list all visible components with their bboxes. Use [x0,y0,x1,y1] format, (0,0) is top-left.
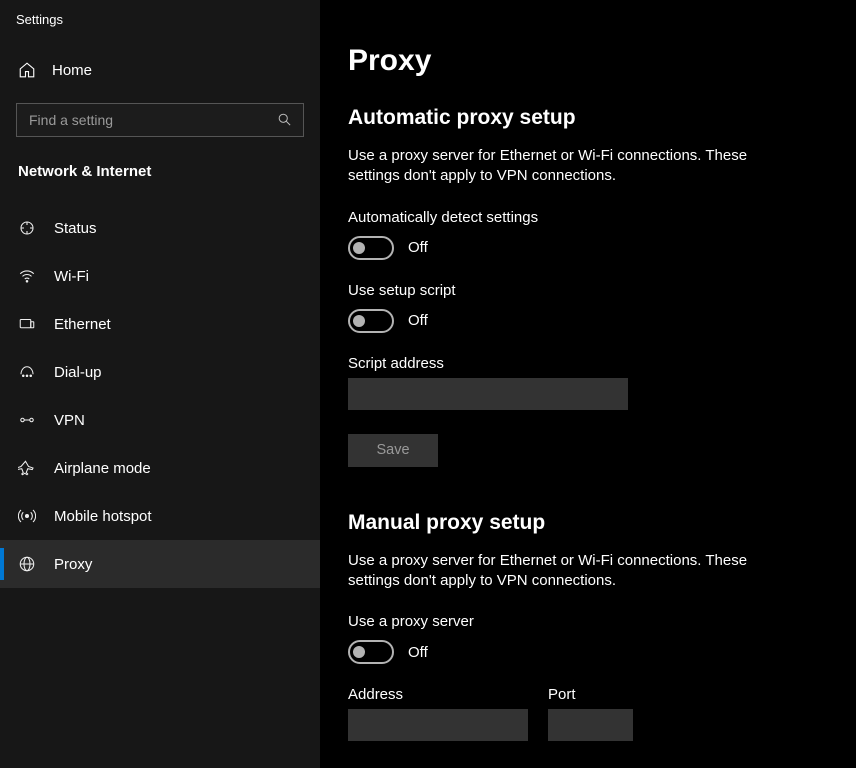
sidebar-item-label: Proxy [54,556,92,573]
auto-detect-label: Automatically detect settings [348,209,856,226]
sidebar-item-ethernet[interactable]: Ethernet [0,300,320,348]
sidebar-item-proxy[interactable]: Proxy [0,540,320,588]
auto-detect-toggle[interactable] [348,236,394,260]
app-title: Settings [0,0,320,51]
home-label: Home [52,62,92,79]
proxy-port-input[interactable] [548,709,633,741]
use-proxy-state: Off [408,644,428,661]
sidebar-item-label: Ethernet [54,316,111,333]
search-input[interactable] [29,112,277,128]
section-title-manual: Manual proxy setup [348,511,856,535]
vpn-icon [18,411,36,429]
sidebar-item-wifi[interactable]: Wi-Fi [0,252,320,300]
sidebar-item-airplane-mode[interactable]: Airplane mode [0,444,320,492]
use-proxy-label: Use a proxy server [348,613,856,630]
settings-sidebar: Settings Home Network & Internet Status [0,0,320,768]
proxy-port-label: Port [548,686,633,703]
ethernet-icon [18,315,36,333]
sidebar-item-label: Dial-up [54,364,102,381]
wifi-icon [18,267,36,285]
sidebar-item-mobile-hotspot[interactable]: Mobile hotspot [0,492,320,540]
settings-category: Network & Internet [18,163,320,180]
sidebar-item-dialup[interactable]: Dial-up [0,348,320,396]
script-address-input[interactable] [348,378,628,410]
proxy-address-label: Address [348,686,528,703]
setup-script-label: Use setup script [348,282,856,299]
sidebar-item-status[interactable]: Status [0,204,320,252]
home-nav[interactable]: Home [0,51,320,89]
sidebar-item-label: VPN [54,412,85,429]
sidebar-item-label: Mobile hotspot [54,508,152,525]
save-button[interactable]: Save [348,434,438,467]
script-address-label: Script address [348,355,856,372]
page-title: Proxy [348,44,856,78]
sidebar-nav-list: Status Wi-Fi Ethernet [0,204,320,588]
airplane-icon [18,459,36,477]
use-proxy-toggle[interactable] [348,640,394,664]
dialup-icon [18,363,36,381]
section-description-manual: Use a proxy server for Ethernet or Wi-Fi… [348,551,778,592]
auto-detect-state: Off [408,239,428,256]
proxy-address-input[interactable] [348,709,528,741]
section-title-automatic: Automatic proxy setup [348,106,856,130]
hotspot-icon [18,507,36,525]
sidebar-item-vpn[interactable]: VPN [0,396,320,444]
setup-script-toggle[interactable] [348,309,394,333]
section-description-automatic: Use a proxy server for Ethernet or Wi-Fi… [348,146,778,187]
sidebar-item-label: Airplane mode [54,460,151,477]
search-icon [277,112,293,128]
home-icon [18,61,36,79]
status-icon [18,219,36,237]
sidebar-item-label: Status [54,220,97,237]
setup-script-state: Off [408,312,428,329]
settings-main: Proxy Automatic proxy setup Use a proxy … [320,0,856,768]
sidebar-item-label: Wi-Fi [54,268,89,285]
globe-icon [18,555,36,573]
search-box[interactable] [16,103,304,137]
